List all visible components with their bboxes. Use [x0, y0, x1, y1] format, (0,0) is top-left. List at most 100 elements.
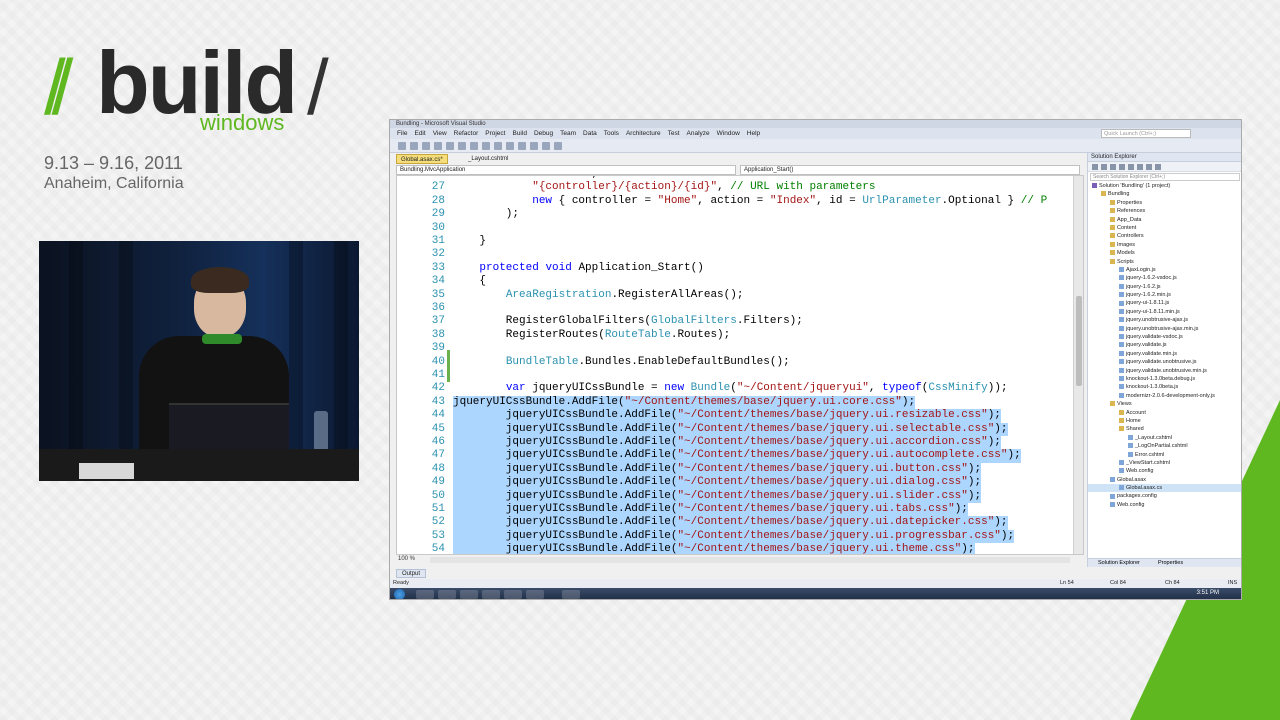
- code-line[interactable]: 54 jqueryUICssBundle.AddFile("~/Content/…: [397, 543, 1067, 554]
- tree-item[interactable]: Bundling: [1088, 190, 1241, 198]
- code-line[interactable]: 30: [397, 222, 1067, 235]
- tree-item[interactable]: jquery.validate.unobtrusive.js: [1088, 358, 1241, 366]
- code-line[interactable]: 27 "{controller}/{action}/{id}", // URL …: [397, 181, 1067, 194]
- code-line[interactable]: 44 jqueryUICssBundle.AddFile("~/Content/…: [397, 409, 1067, 423]
- tree-item[interactable]: Solution 'Bundling' (1 project): [1088, 182, 1241, 190]
- toolbar-button-icon[interactable]: [542, 142, 550, 150]
- code-line[interactable]: 36: [397, 302, 1067, 315]
- code-editor[interactable]: 26 "Default", // Route name27 "{controll…: [396, 175, 1084, 555]
- taskbar-app-icon[interactable]: [416, 590, 434, 599]
- taskbar-app-icon[interactable]: [482, 590, 500, 599]
- menu-item-data[interactable]: Data: [583, 130, 597, 137]
- menu-item-window[interactable]: Window: [717, 130, 740, 137]
- tree-item[interactable]: _ViewStart.cshtml: [1088, 459, 1241, 467]
- code-line[interactable]: 46 jqueryUICssBundle.AddFile("~/Content/…: [397, 436, 1067, 450]
- code-line[interactable]: 29 );: [397, 208, 1067, 221]
- taskbar-app-icon[interactable]: [438, 590, 456, 599]
- menu-item-debug[interactable]: Debug: [534, 130, 553, 137]
- tree-item[interactable]: Home: [1088, 417, 1241, 425]
- menu-item-build[interactable]: Build: [512, 130, 526, 137]
- toolbar-button-icon[interactable]: [554, 142, 562, 150]
- code-line[interactable]: 28 new { controller = "Home", action = "…: [397, 195, 1067, 208]
- toolbar-button-icon[interactable]: [446, 142, 454, 150]
- taskbar-app-icon[interactable]: [562, 590, 580, 599]
- taskbar-app-icon[interactable]: [460, 590, 478, 599]
- toolbar-button-icon[interactable]: [530, 142, 538, 150]
- code-line[interactable]: 49 jqueryUICssBundle.AddFile("~/Content/…: [397, 476, 1067, 490]
- toolbar-button-icon[interactable]: [470, 142, 478, 150]
- quick-launch-input[interactable]: Quick Launch (Ctrl+;): [1101, 129, 1191, 138]
- code-line[interactable]: 34 {: [397, 275, 1067, 288]
- code-line[interactable]: 37 RegisterGlobalFilters(GlobalFilters.F…: [397, 315, 1067, 328]
- tree-item[interactable]: Images: [1088, 241, 1241, 249]
- tree-item[interactable]: jquery.validate.js: [1088, 341, 1241, 349]
- menu-item-team[interactable]: Team: [560, 130, 576, 137]
- tab-solution-explorer[interactable]: Solution Explorer: [1098, 559, 1140, 568]
- menu-item-file[interactable]: File: [397, 130, 407, 137]
- tree-item[interactable]: Views: [1088, 400, 1241, 408]
- editor-vertical-scrollbar[interactable]: [1073, 176, 1083, 554]
- tree-item[interactable]: packages.config: [1088, 492, 1241, 500]
- code-line[interactable]: 39: [397, 342, 1067, 355]
- menu-item-help[interactable]: Help: [747, 130, 760, 137]
- tree-item[interactable]: Web.config: [1088, 467, 1241, 475]
- menu-item-analyze[interactable]: Analyze: [687, 130, 710, 137]
- code-line[interactable]: 47 jqueryUICssBundle.AddFile("~/Content/…: [397, 449, 1067, 463]
- tab-layout-cshtml[interactable]: _Layout.cshtml: [464, 154, 512, 164]
- tree-item[interactable]: jquery-1.6.2.js: [1088, 283, 1241, 291]
- code-line[interactable]: 45 jqueryUICssBundle.AddFile("~/Content/…: [397, 422, 1067, 436]
- solution-toolbar-button-icon[interactable]: [1155, 164, 1161, 170]
- menu-item-architecture[interactable]: Architecture: [626, 130, 661, 137]
- tree-item[interactable]: knockout-1.3.0beta.debug.js: [1088, 375, 1241, 383]
- toolbar-button-icon[interactable]: [422, 142, 430, 150]
- menu-item-edit[interactable]: Edit: [414, 130, 425, 137]
- code-line[interactable]: 38 RegisterRoutes(RouteTable.Routes);: [397, 329, 1067, 342]
- toolbar-button-icon[interactable]: [482, 142, 490, 150]
- tree-item[interactable]: jquery.unobtrusive-ajax.min.js: [1088, 325, 1241, 333]
- tree-item[interactable]: App_Data: [1088, 216, 1241, 224]
- solution-toolbar-button-icon[interactable]: [1128, 164, 1134, 170]
- code-line[interactable]: 53 jqueryUICssBundle.AddFile("~/Content/…: [397, 529, 1067, 544]
- toolbar-button-icon[interactable]: [398, 142, 406, 150]
- output-tab[interactable]: Output: [396, 569, 427, 578]
- taskbar-app-icon[interactable]: [504, 590, 522, 599]
- tree-item[interactable]: modernizr-2.0.6-development-only.js: [1088, 392, 1241, 400]
- code-line[interactable]: 40 BundleTable.Bundles.EnableDefaultBund…: [397, 356, 1067, 369]
- toolbar-button-icon[interactable]: [494, 142, 502, 150]
- taskbar-clock[interactable]: 3:51 PM: [1197, 590, 1219, 596]
- tree-item[interactable]: jquery-ui-1.8.11.min.js: [1088, 308, 1241, 316]
- solution-toolbar-button-icon[interactable]: [1119, 164, 1125, 170]
- solution-toolbar-button-icon[interactable]: [1137, 164, 1143, 170]
- tree-item[interactable]: Web.config: [1088, 501, 1241, 509]
- tab-properties[interactable]: Properties: [1158, 559, 1183, 568]
- tree-item[interactable]: knockout-1.3.0beta.js: [1088, 383, 1241, 391]
- tree-item[interactable]: jquery.validate.unobtrusive.min.js: [1088, 367, 1241, 375]
- tree-item[interactable]: Global.asax.cs: [1088, 484, 1241, 493]
- menu-item-view[interactable]: View: [433, 130, 447, 137]
- tree-item[interactable]: jquery-1.6.2.min.js: [1088, 291, 1241, 299]
- code-line[interactable]: 48 jqueryUICssBundle.AddFile("~/Content/…: [397, 462, 1067, 477]
- code-line[interactable]: 52 jqueryUICssBundle.AddFile("~/Content/…: [397, 516, 1067, 530]
- type-dropdown[interactable]: Bundling.MvcApplication: [396, 165, 736, 175]
- code-line[interactable]: 32: [397, 248, 1067, 261]
- menu-item-project[interactable]: Project: [485, 130, 505, 137]
- editor-horizontal-scrollbar[interactable]: [430, 557, 1070, 563]
- toolbar-button-icon[interactable]: [458, 142, 466, 150]
- code-line[interactable]: 51 jqueryUICssBundle.AddFile("~/Content/…: [397, 503, 1067, 517]
- start-button-icon[interactable]: [394, 589, 405, 599]
- tree-item[interactable]: Error.cshtml: [1088, 451, 1241, 459]
- tree-item[interactable]: AjaxLogin.js: [1088, 266, 1241, 274]
- code-line[interactable]: 50 jqueryUICssBundle.AddFile("~/Content/…: [397, 489, 1067, 503]
- tree-item[interactable]: References: [1088, 207, 1241, 215]
- taskbar-app-icon[interactable]: [526, 590, 544, 599]
- tree-item[interactable]: Global.asax: [1088, 476, 1241, 484]
- menu-item-test[interactable]: Test: [668, 130, 680, 137]
- toolbar-button-icon[interactable]: [434, 142, 442, 150]
- tree-item[interactable]: jquery.validate-vsdoc.js: [1088, 333, 1241, 341]
- code-line[interactable]: 31 }: [397, 235, 1067, 248]
- tree-item[interactable]: Scripts: [1088, 258, 1241, 266]
- tree-item[interactable]: jquery-1.6.2-vsdoc.js: [1088, 274, 1241, 282]
- toolbar-button-icon[interactable]: [518, 142, 526, 150]
- solution-toolbar-button-icon[interactable]: [1092, 164, 1098, 170]
- solution-toolbar-button-icon[interactable]: [1110, 164, 1116, 170]
